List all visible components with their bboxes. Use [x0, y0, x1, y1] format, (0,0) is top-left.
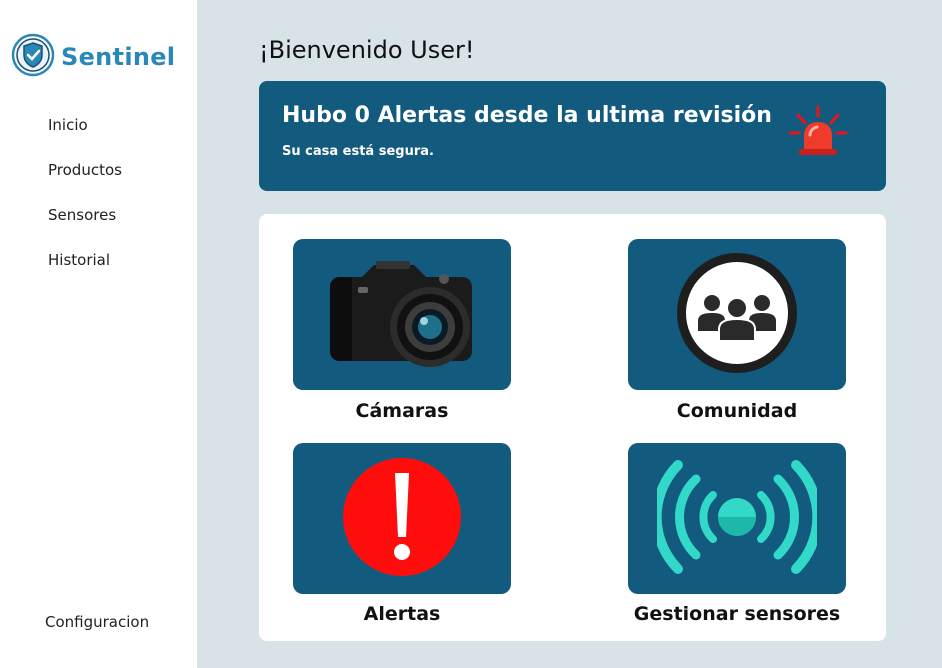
- sidebar-item-configuracion[interactable]: Configuracion: [45, 613, 149, 631]
- logo[interactable]: Sentinel: [11, 33, 175, 81]
- alerts-label: Alertas: [363, 603, 441, 625]
- alerts-card[interactable]: [293, 443, 511, 594]
- alert-summary-title: Hubo 0 Alertas desde la ultima revisión: [282, 103, 772, 128]
- shield-logo-icon: [11, 33, 55, 81]
- feature-panel: Cámaras Comunidad Alertas Gestionar sens…: [259, 214, 886, 641]
- sensors-label: Gestionar sensores: [633, 603, 841, 625]
- alert-icon: [340, 455, 464, 583]
- sensors-card[interactable]: [628, 443, 846, 594]
- community-label: Comunidad: [676, 400, 798, 422]
- cameras-label: Cámaras: [355, 400, 449, 422]
- page-title: ¡Bienvenido User!: [259, 36, 475, 64]
- sensor-signal-icon: [651, 457, 823, 581]
- sidebar-item-productos[interactable]: Productos: [48, 160, 122, 205]
- main-content: ¡Bienvenido User! Hubo 0 Alertas desde l…: [197, 0, 942, 668]
- siren-icon: [786, 105, 850, 169]
- cameras-card[interactable]: [293, 239, 511, 390]
- alert-summary-subtitle: Su casa está segura.: [282, 144, 434, 159]
- camera-icon: [322, 257, 482, 373]
- app-name: Sentinel: [61, 43, 176, 71]
- sidebar-item-sensores[interactable]: Sensores: [48, 205, 122, 250]
- sidebar-item-inicio[interactable]: Inicio: [48, 115, 122, 160]
- sidebar-item-historial[interactable]: Historial: [48, 250, 122, 295]
- alert-summary-banner: Hubo 0 Alertas desde la ultima revisión …: [259, 81, 886, 191]
- sidebar-nav: Inicio Productos Sensores Historial: [48, 115, 122, 295]
- community-icon: [675, 251, 799, 379]
- sidebar: Sentinel Inicio Productos Sensores Histo…: [0, 0, 197, 668]
- community-card[interactable]: [628, 239, 846, 390]
